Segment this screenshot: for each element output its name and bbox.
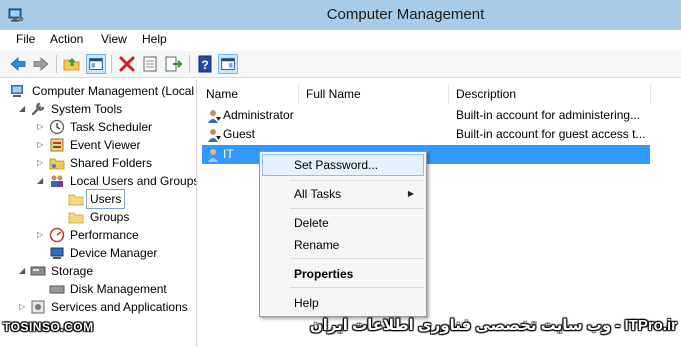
- device-manager-icon: [50, 247, 64, 259]
- menu-item-delete[interactable]: Delete: [262, 212, 424, 234]
- back-icon[interactable]: [8, 54, 28, 74]
- menu-bar: File Action View Help: [0, 30, 681, 50]
- shared-folder-icon: [49, 158, 65, 170]
- submenu-arrow-icon: ▶: [407, 189, 414, 198]
- user-name: IT: [223, 147, 234, 161]
- tree-item-label: Disk Management: [70, 282, 167, 296]
- folder-icon: [68, 194, 84, 206]
- user-name: Administrator: [223, 108, 294, 122]
- disk-icon: [49, 285, 65, 294]
- column-header-description[interactable]: Description: [448, 84, 648, 104]
- folder-icon: [68, 212, 84, 224]
- menu-separator: [290, 258, 424, 259]
- watermark-left: TOSINSO.COM: [3, 320, 94, 334]
- toolbar-separator: [56, 55, 57, 73]
- menu-separator: [290, 180, 424, 181]
- collapse-arrow-icon[interactable]: ◢: [37, 172, 46, 190]
- help-icon[interactable]: ?: [195, 54, 215, 74]
- user-icon: [208, 110, 221, 123]
- tree-item-label: Event Viewer: [70, 138, 141, 152]
- context-menu: Set Password... All Tasks ▶ Delete Renam…: [259, 151, 427, 317]
- tree-item-label: Shared Folders: [70, 156, 153, 170]
- toolbar-separator: [111, 55, 112, 73]
- event-viewer-icon: [50, 138, 64, 152]
- collapse-arrow-icon[interactable]: ◢: [19, 262, 28, 280]
- menu-file[interactable]: File: [16, 32, 35, 46]
- storage-icon: [30, 266, 46, 276]
- user-description: Built-in account for guest access t...: [456, 127, 646, 141]
- show-hide-tree-icon[interactable]: [86, 54, 106, 74]
- users-group-icon: [51, 175, 63, 187]
- user-icon: [208, 149, 218, 162]
- column-divider[interactable]: [650, 85, 651, 103]
- column-header-name[interactable]: Name: [198, 84, 298, 104]
- menu-action[interactable]: Action: [50, 32, 83, 46]
- column-header-full-name[interactable]: Full Name: [298, 84, 448, 104]
- tree-item-label: Performance: [70, 228, 139, 242]
- menu-help[interactable]: Help: [142, 32, 167, 46]
- title-bar: Computer Management: [0, 0, 681, 30]
- console-tree: Computer Management (Local ◢ System Tool…: [0, 79, 197, 347]
- table-row[interactable]: Administrator Built-in account for admin…: [202, 106, 650, 125]
- menu-item-properties[interactable]: Properties: [262, 263, 424, 285]
- user-name: Guest: [223, 127, 256, 141]
- delete-icon[interactable]: [117, 54, 137, 74]
- tree-item-label: Users: [85, 189, 126, 209]
- menu-separator: [290, 208, 424, 209]
- menu-separator: [290, 287, 424, 288]
- toolbar-separator: [189, 55, 190, 73]
- tree-item-label: System Tools: [51, 102, 123, 116]
- performance-icon: [49, 227, 65, 243]
- tree-item-label: Storage: [51, 264, 94, 278]
- tree-item-label: Device Manager: [70, 246, 158, 260]
- up-folder-icon[interactable]: [62, 54, 82, 74]
- menu-item-set-password[interactable]: Set Password...: [262, 154, 424, 176]
- user-description: Built-in account for administering...: [456, 108, 641, 122]
- clock-icon: [49, 119, 65, 135]
- expand-arrow-icon[interactable]: ▷: [37, 136, 46, 154]
- watermark-right: ITPro.ir - وب سایت تخصصی فناوری اطلاعات …: [309, 317, 677, 334]
- tree-item-label: Services and Applications: [51, 300, 188, 314]
- collapse-arrow-icon[interactable]: ◢: [19, 100, 28, 118]
- tree-item-label: Task Scheduler: [70, 120, 153, 134]
- export-list-icon[interactable]: [163, 54, 183, 74]
- table-row[interactable]: Guest Built-in account for guest access …: [202, 125, 650, 144]
- svg-text:?: ?: [201, 58, 208, 72]
- window-title: Computer Management: [326, 6, 485, 23]
- menu-item-rename[interactable]: Rename: [262, 234, 424, 256]
- system-tools-icon: [31, 102, 45, 116]
- expand-arrow-icon[interactable]: ▷: [19, 298, 28, 316]
- menu-item-label: All Tasks: [294, 187, 342, 201]
- expand-arrow-icon[interactable]: ▷: [37, 154, 46, 172]
- properties-icon[interactable]: [140, 54, 160, 74]
- menu-view[interactable]: View: [101, 32, 127, 46]
- show-action-pane-icon[interactable]: [218, 54, 238, 74]
- menu-item-help[interactable]: Help: [262, 292, 424, 314]
- tree-item-label: Groups: [90, 210, 130, 224]
- menu-item-all-tasks[interactable]: All Tasks ▶: [262, 183, 424, 205]
- tree-item-label: Computer Management (Local: [32, 84, 195, 98]
- services-icon: [31, 300, 45, 314]
- forward-icon[interactable]: [31, 54, 51, 74]
- user-icon: [208, 129, 221, 142]
- expand-arrow-icon[interactable]: ▷: [37, 226, 46, 244]
- toolbar: ?: [0, 51, 681, 78]
- computer-management-icon: [11, 85, 23, 97]
- tree-item-label: Local Users and Groups: [70, 174, 197, 188]
- expand-arrow-icon[interactable]: ▷: [37, 118, 46, 136]
